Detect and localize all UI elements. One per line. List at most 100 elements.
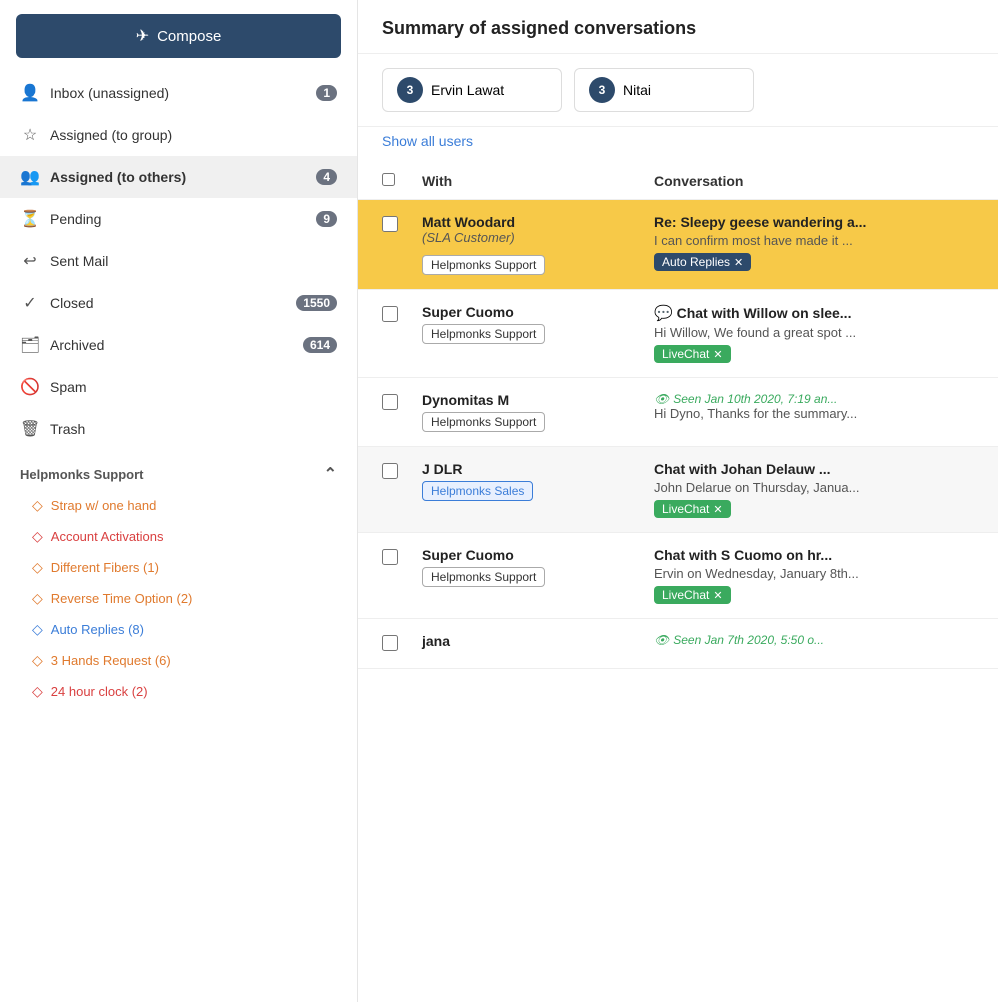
agent-avatar-ervin: 3 bbox=[397, 77, 423, 103]
labels-list: ◇ Strap w/ one hand ◇ Account Activation… bbox=[0, 490, 357, 707]
label-text-3hands: 3 Hands Request (6) bbox=[51, 653, 171, 668]
sidebar-item-sent[interactable]: ↩ Sent Mail bbox=[0, 240, 357, 282]
sidebar-item-closed[interactable]: ✓ Closed 1550 bbox=[0, 282, 357, 324]
conv-with-row6: jana bbox=[422, 633, 642, 649]
trash-icon: 🗑 bbox=[20, 419, 40, 439]
collapse-icon[interactable]: ⌃ bbox=[324, 464, 337, 484]
conv-preview-row2: Hi Willow, We found a great spot ... bbox=[654, 325, 974, 340]
label-text-autoreplies: Auto Replies (8) bbox=[51, 622, 144, 637]
conv-preview-row4: John Delarue on Thursday, Janua... bbox=[654, 480, 974, 495]
contact-name-row4: J DLR bbox=[422, 461, 642, 477]
sidebar-item-trash[interactable]: 🗑 Trash bbox=[0, 408, 357, 450]
helpmonks-section: Helpmonks Support ⌃ bbox=[0, 450, 357, 490]
tag-close-row2[interactable]: ✕ bbox=[713, 348, 722, 361]
conv-content-row6: 👁Seen Jan 7th 2020, 5:50 o... bbox=[654, 633, 974, 647]
inbox-icon: 👤 bbox=[20, 83, 40, 103]
checkbox-row3[interactable] bbox=[382, 394, 398, 410]
row-check-row3 bbox=[382, 392, 410, 413]
label-item-strap[interactable]: ◇ Strap w/ one hand bbox=[0, 490, 357, 521]
compose-button[interactable]: ✈ Compose bbox=[16, 14, 341, 58]
inbox-tag-row3[interactable]: Helpmonks Support bbox=[422, 412, 545, 432]
select-all-checkbox[interactable] bbox=[382, 173, 395, 186]
conv-content-row4: Chat with Johan Delauw ...John Delarue o… bbox=[654, 461, 974, 518]
main-header: Summary of assigned conversations bbox=[358, 0, 998, 54]
conv-seen-row6: 👁Seen Jan 7th 2020, 5:50 o... bbox=[654, 633, 974, 647]
contact-name-row5: Super Cuomo bbox=[422, 547, 642, 563]
agent-chip-ervin[interactable]: 3 Ervin Lawat bbox=[382, 68, 562, 112]
agent-chip-nitai[interactable]: 3 Nitai bbox=[574, 68, 754, 112]
sidebar-item-spam[interactable]: 🚫 Spam bbox=[0, 366, 357, 408]
conv-seen-row3: 👁Seen Jan 10th 2020, 7:19 an... bbox=[654, 392, 974, 406]
conv-row-row5[interactable]: Super Cuomo Helpmonks Support Chat with … bbox=[358, 533, 998, 619]
inbox-tag-row1[interactable]: Helpmonks Support bbox=[422, 255, 545, 275]
inbox-tag-row4[interactable]: Helpmonks Sales bbox=[422, 481, 533, 501]
sidebar-item-archived[interactable]: 🗂 Archived 614 bbox=[0, 324, 357, 366]
label-item-autoreplies[interactable]: ◇ Auto Replies (8) bbox=[0, 614, 357, 645]
nav-label-closed: Closed bbox=[50, 295, 286, 311]
section-label-text: Helpmonks Support bbox=[20, 467, 144, 482]
contact-type-row1: (SLA Customer) bbox=[422, 230, 642, 245]
seen-icon-row6: 👁 bbox=[654, 633, 669, 647]
conv-preview-row3: Hi Dyno, Thanks for the summary... bbox=[654, 406, 974, 421]
contact-name-row3: Dynomitas M bbox=[422, 392, 642, 408]
strap-dot-icon: ◇ bbox=[32, 497, 43, 514]
inbox-tag-row2[interactable]: Helpmonks Support bbox=[422, 324, 545, 344]
tag-close-row4[interactable]: ✕ bbox=[713, 503, 722, 516]
conv-with-row3: Dynomitas M Helpmonks Support bbox=[422, 392, 642, 432]
checkbox-row6[interactable] bbox=[382, 635, 398, 651]
row-check-row2 bbox=[382, 304, 410, 325]
checkbox-row1[interactable] bbox=[382, 216, 398, 232]
conv-tag-row1: Auto Replies ✕ bbox=[654, 253, 751, 271]
tag-close-row1[interactable]: ✕ bbox=[734, 256, 743, 269]
sent-icon: ↩ bbox=[20, 251, 40, 271]
badge-closed: 1550 bbox=[296, 295, 337, 311]
checkbox-row5[interactable] bbox=[382, 549, 398, 565]
badge-assigned-others: 4 bbox=[316, 169, 337, 185]
label-item-fibers[interactable]: ◇ Different Fibers (1) bbox=[0, 552, 357, 583]
label-item-24hour[interactable]: ◇ 24 hour clock (2) bbox=[0, 676, 357, 707]
col-with-header: With bbox=[422, 173, 642, 189]
show-all-link[interactable]: Show all users bbox=[358, 127, 998, 163]
checkbox-row4[interactable] bbox=[382, 463, 398, 479]
autoreplies-dot-icon: ◇ bbox=[32, 621, 43, 638]
conv-tag-row5: LiveChat ✕ bbox=[654, 586, 731, 604]
conv-row-row3[interactable]: Dynomitas M Helpmonks Support 👁Seen Jan … bbox=[358, 378, 998, 447]
conv-preview-row5: Ervin on Wednesday, January 8th... bbox=[654, 566, 974, 581]
label-item-account[interactable]: ◇ Account Activations bbox=[0, 521, 357, 552]
sidebar-item-assigned-others[interactable]: 👥 Assigned (to others) 4 bbox=[0, 156, 357, 198]
contact-name-row2: Super Cuomo bbox=[422, 304, 642, 320]
conv-row-row6[interactable]: jana 👁Seen Jan 7th 2020, 5:50 o... bbox=[358, 619, 998, 669]
conv-title-row2: 💬 Chat with Willow on slee... bbox=[654, 304, 974, 322]
conv-with-row4: J DLR Helpmonks Sales bbox=[422, 461, 642, 501]
compose-icon: ✈ bbox=[136, 26, 149, 46]
conv-row-row4[interactable]: J DLR Helpmonks Sales Chat with Johan De… bbox=[358, 447, 998, 533]
compose-label: Compose bbox=[157, 28, 221, 45]
spam-icon: 🚫 bbox=[20, 377, 40, 397]
3hands-dot-icon: ◇ bbox=[32, 652, 43, 669]
checkbox-row2[interactable] bbox=[382, 306, 398, 322]
agents-bar: 3 Ervin Lawat 3 Nitai bbox=[358, 54, 998, 127]
conv-title-row5: Chat with S Cuomo on hr... bbox=[654, 547, 974, 563]
label-item-3hands[interactable]: ◇ 3 Hands Request (6) bbox=[0, 645, 357, 676]
tag-close-row5[interactable]: ✕ bbox=[713, 589, 722, 602]
reverse-dot-icon: ◇ bbox=[32, 590, 43, 607]
conv-with-row1: Matt Woodard (SLA Customer) Helpmonks Su… bbox=[422, 214, 642, 275]
label-item-reverse[interactable]: ◇ Reverse Time Option (2) bbox=[0, 583, 357, 614]
assigned-others-icon: 👥 bbox=[20, 167, 40, 187]
fibers-dot-icon: ◇ bbox=[32, 559, 43, 576]
sidebar-item-assigned-group[interactable]: ☆ Assigned (to group) bbox=[0, 114, 357, 156]
label-text-24hour: 24 hour clock (2) bbox=[51, 684, 148, 699]
header-check bbox=[382, 173, 410, 189]
conv-with-row2: Super Cuomo Helpmonks Support bbox=[422, 304, 642, 344]
inbox-tag-row5[interactable]: Helpmonks Support bbox=[422, 567, 545, 587]
conv-tag-row2: LiveChat ✕ bbox=[654, 345, 731, 363]
24hour-dot-icon: ◇ bbox=[32, 683, 43, 700]
conv-row-row1[interactable]: Matt Woodard (SLA Customer) Helpmonks Su… bbox=[358, 200, 998, 290]
sidebar-item-inbox[interactable]: 👤 Inbox (unassigned) 1 bbox=[0, 72, 357, 114]
row-check-row6 bbox=[382, 633, 410, 654]
nav-label-pending: Pending bbox=[50, 211, 306, 227]
sidebar: ✈ Compose 👤 Inbox (unassigned) 1 ☆ Assig… bbox=[0, 0, 358, 1002]
agent-name-nitai: Nitai bbox=[623, 82, 651, 98]
conv-row-row2[interactable]: Super Cuomo Helpmonks Support 💬 Chat wit… bbox=[358, 290, 998, 378]
sidebar-item-pending[interactable]: ⏳ Pending 9 bbox=[0, 198, 357, 240]
